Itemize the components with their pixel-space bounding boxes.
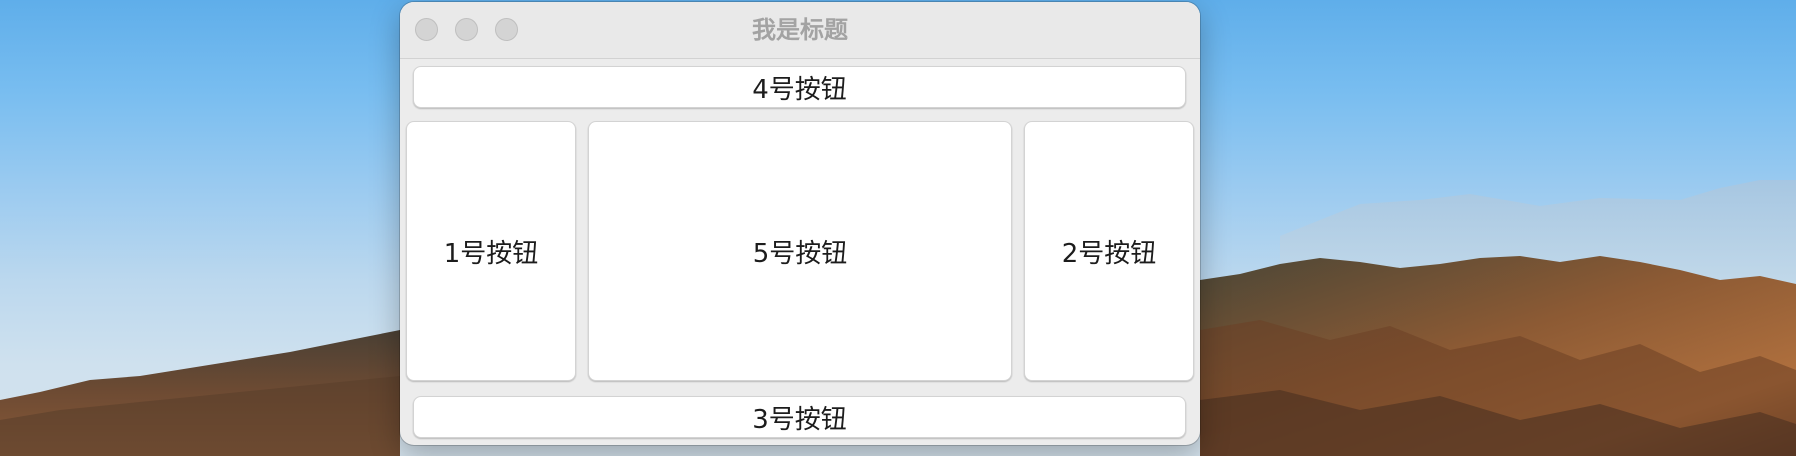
title-bar[interactable]: 我是标题 — [400, 2, 1200, 59]
button-4-north[interactable]: 4号按钮 — [413, 66, 1186, 108]
button-2-east[interactable]: 2号按钮 — [1024, 121, 1194, 381]
button-1-west[interactable]: 1号按钮 — [406, 121, 576, 381]
window-title: 我是标题 — [752, 16, 848, 44]
button-3-south[interactable]: 3号按钮 — [413, 396, 1186, 438]
app-window: 我是标题 4号按钮 1号按钮 5号按钮 2号按钮 3号按钮 — [400, 2, 1200, 445]
button-5-center[interactable]: 5号按钮 — [588, 121, 1012, 381]
